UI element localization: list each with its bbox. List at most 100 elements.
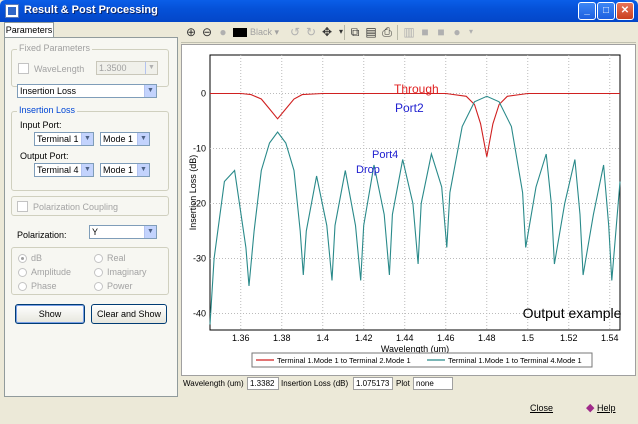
x-tick-label: 1.36	[232, 333, 250, 343]
chart-annotation: Port2	[395, 101, 424, 115]
chart-type-icon[interactable]: ▥	[401, 24, 417, 40]
polarization-select[interactable]: Y ▼	[89, 225, 157, 239]
maximize-button[interactable]: □	[597, 2, 615, 20]
title-bar: Result & Post Processing _ □ ✕	[0, 0, 638, 22]
close-button-label: Close	[530, 403, 554, 413]
x-tick-label: 1.52	[560, 333, 578, 343]
x-tick-label: 1.5	[521, 333, 534, 343]
input-terminal-select[interactable]: Terminal 1 ▼	[34, 132, 94, 146]
amplitude-label: Amplitude	[31, 267, 72, 277]
status-wavelength-label: Wavelength (um)	[183, 379, 244, 388]
chevron-down-icon: ▼	[144, 226, 156, 238]
fixed-parameters-group: Fixed Parameters WaveLength 1.3500 ▼	[11, 43, 169, 87]
output-terminal-select[interactable]: Terminal 4 ▼	[34, 163, 94, 177]
window-title: Result & Post Processing	[24, 4, 158, 16]
show-button[interactable]: Show	[15, 304, 85, 324]
y-tick-label: -40	[193, 309, 206, 319]
chart-annotation: Drop	[356, 164, 380, 176]
fixed-parameters-legend: Fixed Parameters	[17, 43, 93, 53]
toolbar-separator	[397, 25, 398, 40]
wavelength-value: 1.3500	[99, 63, 127, 73]
imaginary-radio[interactable]	[94, 268, 103, 277]
y-axis-label: Insertion Loss (dB)	[188, 155, 198, 231]
parameters-panel: Parameters Fixed Parameters WaveLength 1…	[2, 22, 180, 397]
chart-annotation: Through	[394, 82, 439, 96]
undo-icon[interactable]: ↺	[287, 24, 303, 40]
polarization-label: Polarization:	[17, 230, 67, 240]
x-tick-label: 1.54	[601, 333, 619, 343]
redo-icon[interactable]: ↻	[303, 24, 319, 40]
amplitude-radio[interactable]	[18, 268, 27, 277]
print-icon[interactable]: ⎙	[379, 24, 395, 40]
help-button[interactable]: ◆ Help	[586, 400, 616, 416]
input-terminal-value: Terminal 1	[37, 134, 79, 144]
input-mode-select[interactable]: Mode 1 ▼	[100, 132, 150, 146]
power-radio[interactable]	[94, 282, 103, 291]
insertion-loss-legend: Insertion Loss	[17, 105, 78, 115]
legend-entry: Terminal 1.Mode 1 to Terminal 2.Mode 1	[277, 356, 411, 365]
chart-area[interactable]: 1.36 1.38 1.4 1.42 1.44 1.46 1.48 1.5 1.52 1.54 0 -…	[181, 44, 636, 376]
close-button[interactable]: Close	[530, 400, 553, 416]
x-tick-label: 1.46	[437, 333, 455, 343]
x-tick-label: 1.38	[273, 333, 291, 343]
db-label: dB	[31, 253, 43, 263]
insertion-loss-chart[interactable]: 1.36 1.38 1.4 1.42 1.44 1.46 1.48 1.5 1.52 1.54 0 -…	[182, 45, 637, 377]
input-port-label: Input Port:	[20, 120, 62, 130]
polarization-coupling-label: Polarization Coupling	[33, 202, 119, 212]
tab-parameters[interactable]: Parameters	[4, 22, 54, 38]
close-window-button[interactable]: ✕	[616, 2, 634, 20]
status-bar: Wavelength (um) 1.3382 Insertion Loss (d…	[181, 377, 636, 391]
db-radio[interactable]	[18, 254, 27, 263]
display-options-group: dB Amplitude Phase Real Imaginary Power	[11, 247, 169, 295]
chevron-down-icon: ▼	[145, 62, 157, 74]
real-radio[interactable]	[94, 254, 103, 263]
plot-frame	[209, 54, 621, 331]
grid-icon[interactable]: ■	[417, 24, 433, 40]
output-terminal-value: Terminal 4	[37, 165, 79, 175]
status-plot-label: Plot	[396, 379, 410, 388]
line-color-select[interactable]: Black ▾	[233, 25, 283, 39]
chevron-down-icon: ▼	[81, 164, 93, 176]
toolbar-separator	[344, 25, 345, 40]
status-wavelength-value: 1.3382	[247, 377, 279, 390]
chart-annotation: Output example	[523, 305, 622, 321]
chevron-down-icon: ▼	[81, 133, 93, 145]
x-tick-label: 1.44	[396, 333, 414, 343]
chart-annotation: Port4	[372, 149, 398, 161]
phase-radio[interactable]	[18, 282, 27, 291]
chevron-down-icon: ▼	[137, 133, 149, 145]
wavelength-select[interactable]: 1.3500 ▼	[96, 61, 158, 75]
output-port-label: Output Port:	[20, 151, 69, 161]
phase-label: Phase	[31, 281, 57, 291]
result-type-select[interactable]: Insertion Loss ▼	[17, 84, 157, 98]
chevron-down-icon[interactable]: ▾	[463, 24, 479, 40]
x-tick-label: 1.4	[316, 333, 329, 343]
wavelength-checkbox[interactable]	[18, 63, 29, 74]
power-label: Power	[107, 281, 133, 291]
y-tick-label: -10	[193, 144, 206, 154]
legend-icon[interactable]: ■	[433, 24, 449, 40]
color-swatch	[233, 28, 247, 38]
line-color-label: Black	[250, 27, 273, 37]
legend-entry: Terminal 1.Mode 1 to Terminal 4.Mode 1	[448, 356, 582, 365]
output-mode-select[interactable]: Mode 1 ▼	[100, 163, 150, 177]
zoom-in-icon[interactable]: ⊕	[183, 24, 199, 40]
insertion-loss-group: Insertion Loss Input Port: Terminal 1 ▼ …	[11, 105, 169, 191]
status-plot-value: none	[413, 377, 453, 390]
zoom-out-icon[interactable]: ⊖	[199, 24, 215, 40]
chevron-down-icon: ▼	[144, 85, 156, 97]
clear-and-show-button[interactable]: Clear and Show	[91, 304, 167, 324]
copy-icon[interactable]: ⧉	[347, 24, 363, 40]
print-preview-icon[interactable]: ▤	[363, 24, 379, 40]
x-tick-label: 1.48	[478, 333, 496, 343]
marker-icon[interactable]: ●	[215, 24, 231, 40]
result-type-value: Insertion Loss	[20, 86, 77, 96]
chevron-down-icon: ▼	[137, 164, 149, 176]
help-book-icon: ◆	[586, 402, 595, 414]
real-label: Real	[107, 253, 126, 263]
imaginary-label: Imaginary	[107, 267, 147, 277]
status-loss-label: Insertion Loss (dB)	[281, 379, 349, 388]
minimize-button[interactable]: _	[578, 2, 596, 20]
polarization-coupling-checkbox[interactable]	[17, 201, 28, 212]
help-button-label: Help	[596, 403, 616, 413]
